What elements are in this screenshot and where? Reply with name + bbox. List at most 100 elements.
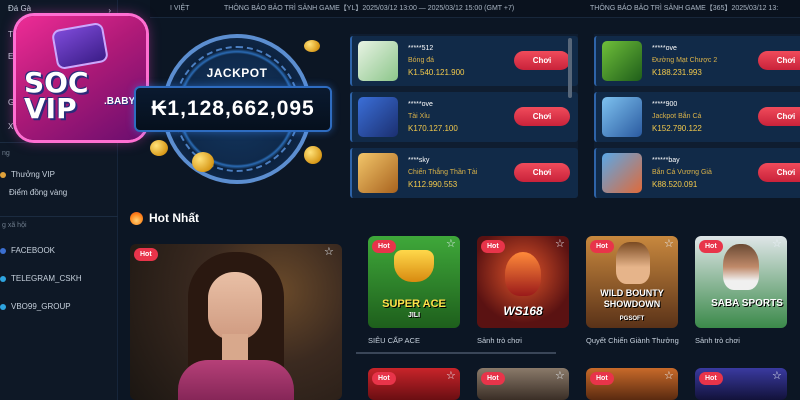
tile-label: Sảnh trò chơi [695,336,740,345]
soccer-game-thumbnail[interactable] [358,41,398,81]
hot-badge: Hot [481,240,505,253]
fishing-jackpot-thumbnail[interactable] [602,97,642,137]
hot-badge: Hot [590,372,614,385]
chip-icon [50,21,110,71]
fire-icon [130,211,143,225]
tile-title: SUPER ACE [382,298,446,310]
sidebar-item-label: TELEGRAM_CSKH [11,274,82,283]
taixiu-game-thumbnail[interactable] [358,97,398,137]
winner-name: ****sky [408,157,430,164]
tile-title: WILD BOUNTY SHOWDOWN [600,288,664,309]
section-title: Hot Nhất [149,211,199,225]
sidebar-item-vbo99-group[interactable]: VBO99_GROUP [0,302,118,311]
hot-badge: Hot [699,372,723,385]
hot-badge: Hot [372,372,396,385]
logo-subtext: .BABY [104,96,136,107]
play-button[interactable]: Chơi [758,51,800,70]
play-button[interactable]: Chơi [514,107,570,126]
chevron-right-icon: › [108,6,111,15]
winner-amount: K170.127.100 [408,124,458,133]
winner-game: Chiến Thắng Thần Tài [408,169,478,176]
tile-provider: JILI [407,312,421,319]
coin-icon [304,146,322,164]
winner-name: *****900 [652,101,678,108]
hot-badge: Hot [372,240,396,253]
winner-amount: K152.790.122 [652,124,702,133]
favorite-star-icon[interactable]: ☆ [324,245,334,258]
winner-amount: K1.540.121.900 [408,68,465,77]
favorite-star-icon[interactable]: ☆ [772,369,782,382]
favorite-star-icon[interactable]: ☆ [555,369,565,382]
winners-panel-left: *****512 Bóng đá K1.540.121.900 Chơi ***… [350,34,578,198]
scrollbar[interactable] [568,38,572,98]
sidebar-item-diem-dong-vang[interactable]: Điểm đồng vàng [9,188,69,198]
notice-text: THÔNG BÁO BẢO TRÌ SẢNH GAME【YL】2025/03/1… [224,5,515,12]
winner-card: *****900 Jackpot Bắn Cá K152.790.122 Chơ… [594,92,800,142]
featured-image-dress [178,360,294,400]
coin-icon [192,152,214,172]
royal-fishing-thumbnail[interactable] [602,153,642,193]
jackpot-amount: ₭1,128,662,095 [151,97,315,120]
winner-name: ******bay [652,157,680,164]
cowgirl-icon [616,242,650,284]
sidebar-item-thuong-vip[interactable]: Thưởng VIP [0,170,118,179]
divider [0,142,118,143]
winner-amount: K188.231.993 [652,68,702,77]
sidebar-item-facebook[interactable]: FACEBOOK [0,246,118,255]
vip-icon [0,171,6,178]
mahjong-game-thumbnail[interactable] [602,41,642,81]
sidebar-item-label: FACEBOOK [11,246,56,255]
tile-provider: PGSOFT [619,316,645,322]
tile-label: Sảnh trò chơi [477,336,522,345]
winner-game: Jackpot Bắn Cá [652,113,702,120]
tile-title: SABA SPORTS [711,298,783,309]
hot-badge: Hot [699,240,723,253]
hot-badge: Hot [134,248,158,261]
fortune-game-thumbnail[interactable] [358,153,398,193]
favorite-star-icon[interactable]: ☆ [772,237,782,250]
winner-game: Đường Mạt Chược 2 [652,57,718,64]
winner-name: *****512 [408,45,434,52]
favorite-star-icon[interactable]: ☆ [446,237,456,250]
scroll-indicator[interactable] [356,352,556,354]
play-button[interactable]: Chơi [758,163,800,182]
hot-section-header: Hot Nhất [130,211,199,225]
winner-game: Tài Xỉu [408,113,430,120]
favorite-star-icon[interactable]: ☆ [555,237,565,250]
winner-card: *****ove Đường Mạt Chược 2 K188.231.993 … [594,36,800,86]
play-button[interactable]: Chơi [514,163,570,182]
winner-amount: K112.990.553 [408,180,458,189]
joker-crown-icon [394,250,434,282]
play-button[interactable]: Chơi [514,51,570,70]
coin-icon [304,40,320,52]
hot-badge: Hot [590,240,614,253]
winner-card: ****sky Chiến Thắng Thần Tài K112.990.55… [350,148,578,198]
favorite-star-icon[interactable]: ☆ [664,237,674,250]
favorite-star-icon[interactable]: ☆ [446,369,456,382]
tile-title: WS168 [503,304,543,318]
favorite-star-icon[interactable]: ☆ [664,369,674,382]
facebook-icon [0,247,6,254]
sidebar-item-label: E [8,52,14,61]
site-logo[interactable]: SOC VIP .BABY [16,16,146,140]
hot-badge: Hot [481,372,505,385]
play-button[interactable]: Chơi [758,107,800,126]
notice-text: THÔNG BÁO BẢO TRÌ SẢNH GAME【365】2025/03/… [590,5,779,12]
telegram-icon [0,275,6,282]
winner-card: *****ove Tài Xỉu K170.127.100 Chơi [350,92,578,142]
featured-game-banner[interactable] [130,244,342,400]
divider [0,216,118,217]
winners-panel-right: *****ove Đường Mạt Chược 2 K188.231.993 … [594,34,800,198]
featured-image-face [208,272,262,340]
rooster-icon [505,252,541,296]
winner-card: ******bay Bắn Cá Vương Giả K88.520.091 C… [594,148,800,198]
winner-game: Bóng đá [408,57,435,64]
player-icon [723,244,759,290]
winner-name: *****ove [408,101,433,108]
section-label: ng [2,150,10,157]
sidebar-item-label: VBO99_GROUP [11,302,71,311]
language-label: I VIỆT [170,5,190,12]
jackpot-label: JACKPOT [206,66,268,80]
sidebar-item-telegram[interactable]: TELEGRAM_CSKH [0,274,118,283]
winner-name: *****ove [652,45,677,52]
